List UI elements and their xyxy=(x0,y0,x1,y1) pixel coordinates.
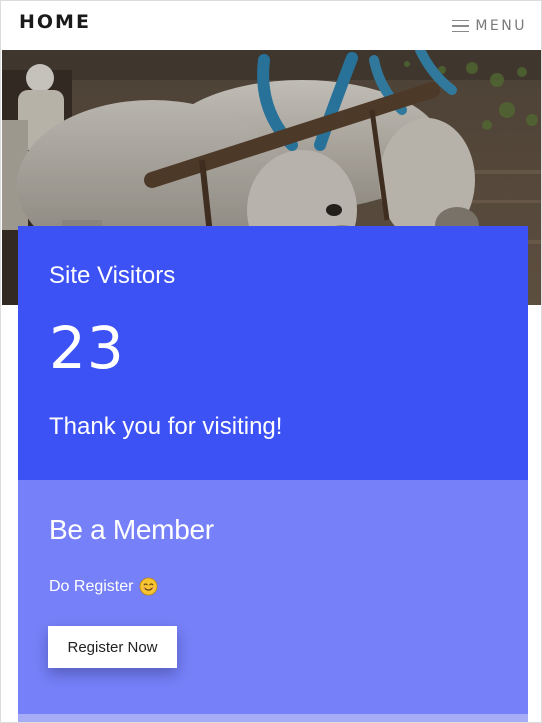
page-frame: HOME MENU Site Visitors 23 Thank you for… xyxy=(0,0,542,723)
register-now-button[interactable]: Register Now xyxy=(48,626,177,668)
thank-you-message: Thank you for visiting! xyxy=(49,413,283,440)
register-prompt-text: Do Register xyxy=(49,577,134,595)
smiling-face-icon xyxy=(140,577,158,596)
visitor-count: 23 xyxy=(49,314,125,382)
register-prompt: Do Register xyxy=(49,577,158,596)
site-visitors-card: Site Visitors 23 Thank you for visiting! xyxy=(18,226,528,480)
next-section-edge xyxy=(18,714,528,722)
menu-label: MENU xyxy=(475,18,527,34)
visitors-title: Site Visitors xyxy=(49,262,176,289)
top-nav: HOME MENU xyxy=(1,1,541,50)
hamburger-icon xyxy=(452,19,470,33)
member-title: Be a Member xyxy=(49,514,214,545)
home-link[interactable]: HOME xyxy=(19,11,91,33)
menu-button[interactable]: MENU xyxy=(452,16,527,36)
member-card: Be a Member Do Register Register Now xyxy=(18,480,528,722)
